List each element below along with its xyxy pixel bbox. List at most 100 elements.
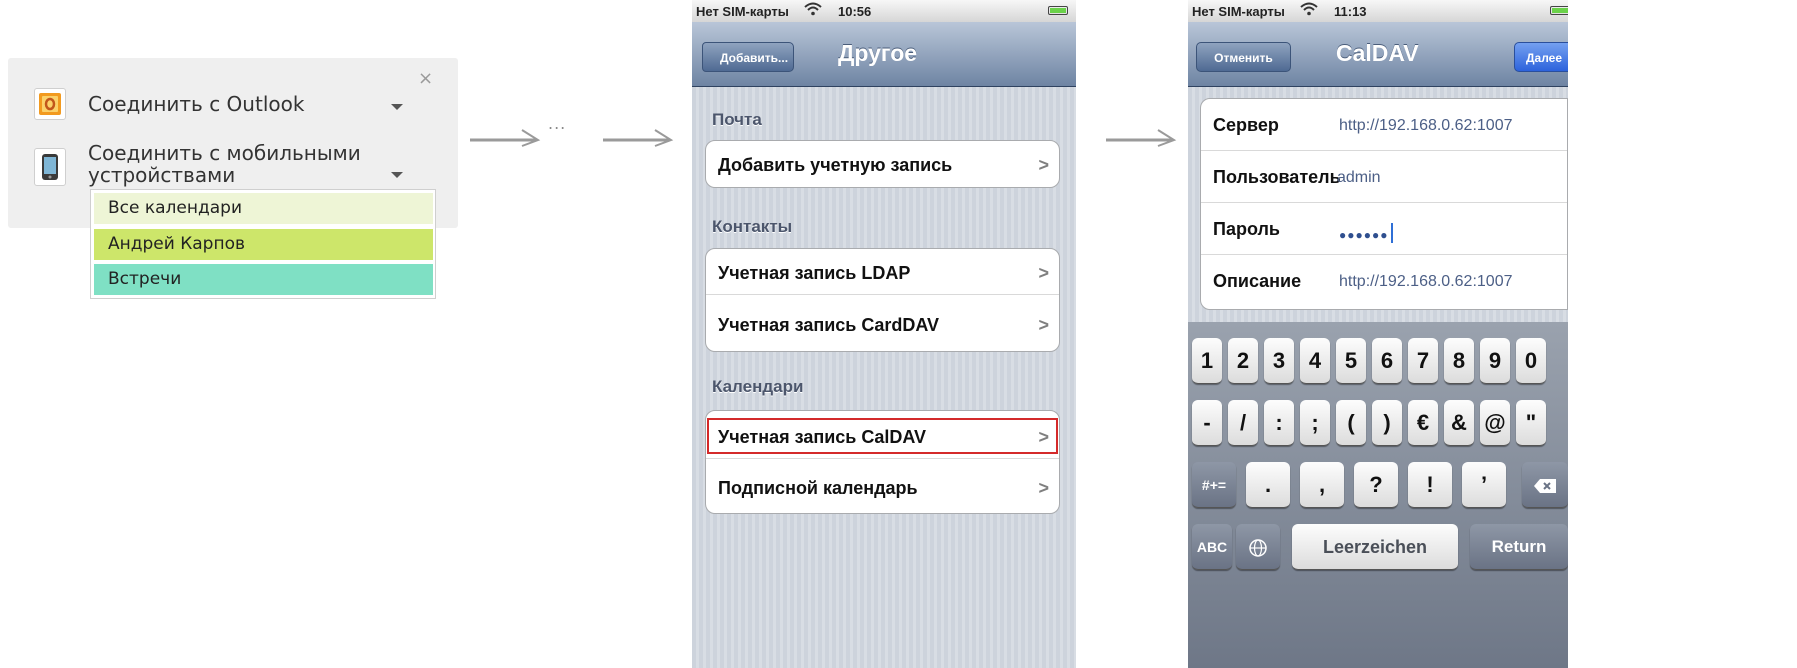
list-item-label: Добавить учетную запись bbox=[718, 155, 953, 175]
list-item-ldap[interactable]: Учетная запись LDAP > bbox=[706, 251, 1059, 295]
page-title: CalDAV bbox=[1336, 40, 1419, 66]
section-header-calendars: Календари bbox=[712, 377, 804, 396]
arrow-right-icon bbox=[1106, 129, 1177, 147]
field-label: Описание bbox=[1213, 271, 1302, 291]
key-open-paren[interactable]: ( bbox=[1336, 400, 1366, 446]
arrow-right-icon bbox=[603, 129, 674, 147]
key-2[interactable]: 2 bbox=[1228, 338, 1258, 384]
list-item-label: Учетная запись CalDAV bbox=[718, 427, 927, 447]
key-semicolon[interactable]: ; bbox=[1300, 400, 1330, 446]
calendar-option-karpov[interactable]: Андрей Карпов bbox=[94, 229, 433, 260]
key-space[interactable]: Leerzeichen bbox=[1292, 524, 1458, 570]
mobile-label-line2: устройствами bbox=[88, 163, 236, 187]
globe-icon[interactable] bbox=[1236, 524, 1280, 570]
key-exclamation[interactable]: ! bbox=[1408, 462, 1452, 508]
outlook-row[interactable]: Соединить с Outlook bbox=[34, 88, 304, 120]
user-field[interactable]: Пользователь admin bbox=[1201, 151, 1567, 203]
key-0[interactable]: 0 bbox=[1516, 338, 1546, 384]
close-icon[interactable]: × bbox=[418, 70, 433, 88]
server-field[interactable]: Сервер http://192.168.0.62:1007 bbox=[1201, 99, 1567, 151]
key-more-symbols[interactable]: #+= bbox=[1192, 462, 1236, 508]
key-abc[interactable]: ABC bbox=[1192, 524, 1232, 570]
key-4[interactable]: 4 bbox=[1300, 338, 1330, 384]
calendar-option-all[interactable]: Все календари bbox=[94, 193, 433, 224]
mobile-phone-icon bbox=[34, 148, 66, 186]
outlook-dropdown-caret-icon[interactable] bbox=[391, 104, 403, 110]
mobile-dropdown-caret-icon[interactable] bbox=[391, 172, 403, 178]
phone-screen-other: Нет SIM-карты 10:56 Добавить... Другое П… bbox=[692, 0, 1076, 668]
group-calendars: Учетная запись CalDAV > Подписной календ… bbox=[705, 410, 1060, 514]
chevron-right-icon: > bbox=[1038, 478, 1049, 498]
field-label: Пароль bbox=[1213, 219, 1280, 239]
list-item-label: Подписной календарь bbox=[718, 478, 918, 498]
key-at[interactable]: @ bbox=[1480, 400, 1510, 446]
ellipsis: ... bbox=[548, 114, 567, 133]
key-close-paren[interactable]: ) bbox=[1372, 400, 1402, 446]
key-9[interactable]: 9 bbox=[1480, 338, 1510, 384]
chevron-right-icon: > bbox=[1038, 427, 1049, 447]
key-8[interactable]: 8 bbox=[1444, 338, 1474, 384]
key-ampersand[interactable]: & bbox=[1444, 400, 1474, 446]
status-bar: Нет SIM-карты 11:13 bbox=[1188, 0, 1568, 22]
cancel-button[interactable]: Отменить bbox=[1196, 42, 1291, 72]
outlook-icon bbox=[34, 88, 66, 120]
key-6[interactable]: 6 bbox=[1372, 338, 1402, 384]
outlook-label: Соединить с Outlook bbox=[88, 92, 305, 116]
description-field[interactable]: Описание http://192.168.0.62:1007 bbox=[1201, 255, 1567, 307]
chevron-right-icon: > bbox=[1038, 155, 1049, 175]
list-item-label: Учетная запись CardDAV bbox=[718, 315, 940, 335]
password-field[interactable]: Пароль ●●●●●● bbox=[1201, 203, 1567, 255]
battery-icon bbox=[1048, 6, 1068, 15]
list-item-add-account[interactable]: Добавить учетную запись > bbox=[706, 143, 1059, 187]
carrier-label: Нет SIM-карты bbox=[1192, 4, 1285, 19]
keyboard: 1 2 3 4 5 6 7 8 9 0 - / : ; ( ) € & @ " … bbox=[1188, 322, 1568, 668]
calendar-option-meetings[interactable]: Встречи bbox=[94, 264, 433, 295]
key-hyphen[interactable]: - bbox=[1192, 400, 1222, 446]
backspace-icon[interactable] bbox=[1522, 462, 1568, 508]
password-dots: ●●●●●● bbox=[1339, 228, 1389, 242]
password-input[interactable]: ●●●●●● bbox=[1339, 223, 1393, 243]
key-question[interactable]: ? bbox=[1354, 462, 1398, 508]
next-button[interactable]: Далее bbox=[1514, 42, 1568, 72]
navigation-bar: Отменить CalDAV Далее bbox=[1188, 22, 1568, 87]
key-7[interactable]: 7 bbox=[1408, 338, 1438, 384]
key-euro[interactable]: € bbox=[1408, 400, 1438, 446]
page-title: Другое bbox=[838, 40, 918, 66]
status-bar: Нет SIM-карты 10:56 bbox=[692, 0, 1076, 22]
key-3[interactable]: 3 bbox=[1264, 338, 1294, 384]
key-quote[interactable]: " bbox=[1516, 400, 1546, 446]
key-comma[interactable]: , bbox=[1300, 462, 1344, 508]
field-label: Пользователь bbox=[1213, 167, 1341, 187]
mobile-label-line1: Соединить с мобильными bbox=[88, 141, 361, 165]
description-input[interactable]: http://192.168.0.62:1007 bbox=[1339, 273, 1512, 291]
key-period[interactable]: . bbox=[1246, 462, 1290, 508]
arrow-right-icon bbox=[470, 129, 541, 147]
chevron-right-icon: > bbox=[1038, 315, 1049, 335]
key-slash[interactable]: / bbox=[1228, 400, 1258, 446]
list-item-subscribed-calendar[interactable]: Подписной календарь > bbox=[706, 466, 1059, 510]
back-button[interactable]: Добавить... bbox=[702, 42, 794, 72]
status-time: 11:13 bbox=[1334, 4, 1367, 19]
key-5[interactable]: 5 bbox=[1336, 338, 1366, 384]
list-item-carddav[interactable]: Учетная запись CardDAV > bbox=[706, 303, 1059, 347]
server-input[interactable]: http://192.168.0.62:1007 bbox=[1339, 117, 1512, 135]
battery-icon bbox=[1550, 6, 1568, 15]
chevron-right-icon: > bbox=[1038, 263, 1049, 283]
wifi-icon bbox=[1300, 2, 1318, 19]
user-input[interactable]: admin bbox=[1337, 169, 1381, 187]
list-item-caldav[interactable]: Учетная запись CalDAV > bbox=[706, 415, 1059, 459]
key-1[interactable]: 1 bbox=[1192, 338, 1222, 384]
mobile-row[interactable]: Соединить с мобильными устройствами bbox=[34, 142, 361, 187]
text-cursor bbox=[1390, 223, 1393, 243]
wifi-icon bbox=[804, 2, 822, 19]
carrier-label: Нет SIM-карты bbox=[696, 4, 789, 19]
key-return[interactable]: Return bbox=[1470, 524, 1568, 570]
status-time: 10:56 bbox=[838, 4, 872, 19]
field-label: Сервер bbox=[1213, 115, 1279, 135]
section-header-mail: Почта bbox=[712, 110, 762, 129]
section-header-contacts: Контакты bbox=[712, 217, 793, 236]
list-item-label: Учетная запись LDAP bbox=[718, 263, 911, 283]
key-apostrophe[interactable]: ’ bbox=[1462, 462, 1506, 508]
key-colon[interactable]: : bbox=[1264, 400, 1294, 446]
group-contacts: Учетная запись LDAP > Учетная запись Car… bbox=[705, 248, 1060, 352]
